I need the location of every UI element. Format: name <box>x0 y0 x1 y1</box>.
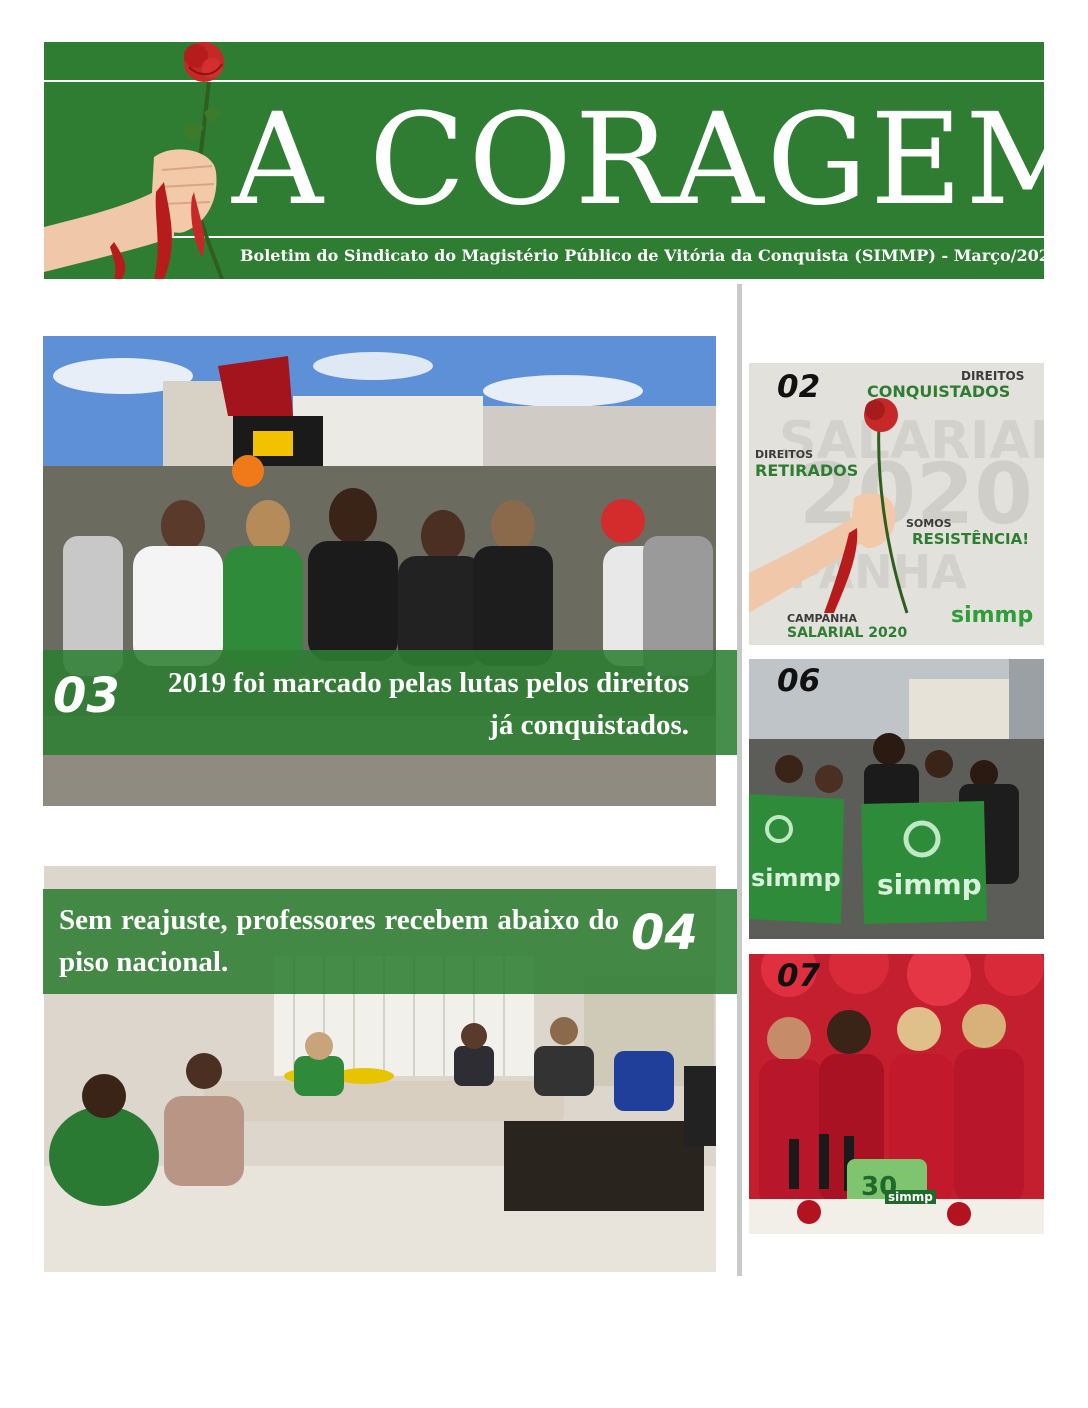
rose-in-hand-illustration <box>44 42 224 279</box>
campaign-text-direitos-2: DIREITOS <box>755 448 814 461</box>
salary-campaign-graphic[interactable]: SALARIAL 2020 PANHA 02 DIREITOS CONQUIST… <box>749 363 1044 645</box>
masthead: A CORAGEM Boletim do Sindicato do Magist… <box>44 42 1044 279</box>
anniversary-celebration-photo[interactable]: 07 30 simmp <box>749 954 1044 1234</box>
simmp-logo: simmp <box>951 603 1034 628</box>
page-number: 03 <box>53 668 120 724</box>
page-number: 06 <box>777 663 821 699</box>
page-number: 04 <box>631 905 698 961</box>
campaign-text-campanha: CAMPANHA <box>787 612 858 625</box>
banner-text-simmp: simmp <box>877 868 982 901</box>
second-story-caption[interactable]: Sem reajuste, professores recebem abaixo… <box>43 889 737 994</box>
lead-story-caption[interactable]: 03 2019 foi marcado pelas lutas pelos di… <box>43 650 737 755</box>
campaign-text-salarial-2020: SALARIAL 2020 <box>787 625 908 641</box>
newsletter-title: A CORAGEM <box>232 86 1044 233</box>
lead-story-headline: 2019 foi marcado pelas lutas pelos direi… <box>168 667 689 741</box>
cake-logo: simmp <box>885 1190 936 1204</box>
march-banners-photo[interactable]: 06 simmp simmp <box>749 659 1044 939</box>
campaign-text-conquistados: CONQUISTADOS <box>867 382 1011 401</box>
campaign-text-direitos-1: DIREITOS <box>961 369 1025 383</box>
page-number: 02 <box>777 369 821 405</box>
second-story-headline: Sem reajuste, professores recebem abaixo… <box>59 904 619 978</box>
banner-text-simmp-left: simmp <box>751 864 841 892</box>
campaign-text-retirados: RETIRADOS <box>755 461 859 480</box>
campaign-text-resistencia: RESISTÊNCIA! <box>912 530 1030 548</box>
column-divider <box>737 284 742 1276</box>
newsletter-subtitle: Boletim do Sindicato do Magistério Públi… <box>240 246 1044 265</box>
campaign-text-somos: SOMOS <box>906 517 952 530</box>
page-number: 07 <box>777 958 821 994</box>
